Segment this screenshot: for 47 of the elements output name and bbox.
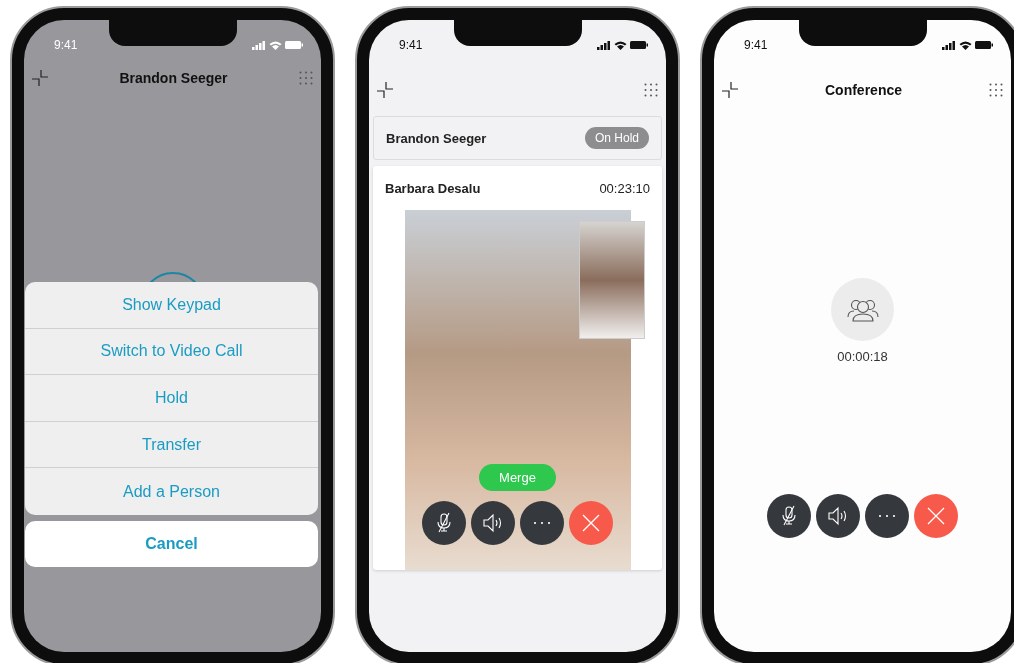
more-icon xyxy=(533,521,551,525)
sheet-action[interactable]: Show Keypad xyxy=(25,282,318,329)
more-button[interactable] xyxy=(865,494,909,538)
speaker-button[interactable] xyxy=(816,494,860,538)
minimize-icon[interactable] xyxy=(32,70,48,86)
status-time: 9:41 xyxy=(54,38,78,52)
status-time: 9:41 xyxy=(744,38,768,52)
signal-icon xyxy=(942,40,956,50)
speaker-icon xyxy=(482,513,504,533)
signal-icon xyxy=(597,40,611,50)
muted-microphone-icon xyxy=(780,505,798,527)
caller-name: Brandon Seeger xyxy=(386,130,487,146)
call-duration: 00:00:18 xyxy=(837,349,888,364)
close-icon xyxy=(582,514,600,532)
minimize-icon[interactable] xyxy=(377,82,393,98)
held-call-card[interactable]: Brandon Seeger On Hold xyxy=(373,116,662,160)
mute-button[interactable] xyxy=(422,501,466,545)
status-time: 9:41 xyxy=(399,38,423,52)
sheet-action[interactable]: Add a Person xyxy=(25,468,318,515)
close-icon xyxy=(927,507,945,525)
cancel-button[interactable]: Cancel xyxy=(25,520,318,567)
muted-microphone-icon xyxy=(435,512,453,534)
sheet-action[interactable]: Transfer xyxy=(25,421,318,469)
wifi-icon xyxy=(614,40,627,50)
merge-button[interactable]: Merge xyxy=(479,464,556,491)
wifi-icon xyxy=(959,40,972,50)
more-button[interactable] xyxy=(520,501,564,545)
mute-button[interactable] xyxy=(767,494,811,538)
speaker-button[interactable] xyxy=(471,501,515,545)
minimize-icon[interactable] xyxy=(722,82,738,98)
on-hold-badge: On Hold xyxy=(584,127,649,149)
keypad-icon[interactable] xyxy=(644,83,658,97)
speaker-icon xyxy=(827,506,849,526)
sheet-action[interactable]: Switch to Video Call xyxy=(25,328,318,376)
call-title: Brandon Seeger xyxy=(119,70,228,86)
call-title: Conference xyxy=(825,82,902,98)
battery-icon xyxy=(630,41,648,49)
signal-icon xyxy=(252,40,266,50)
call-duration: 00:23:10 xyxy=(599,180,650,196)
keypad-icon[interactable] xyxy=(989,83,1003,97)
battery-icon xyxy=(285,41,303,49)
caller-name: Barbara Desalu xyxy=(385,180,481,196)
end-call-button[interactable] xyxy=(914,494,958,538)
sheet-action[interactable]: Hold xyxy=(25,375,318,422)
wifi-icon xyxy=(269,40,282,50)
battery-icon xyxy=(975,41,993,49)
more-icon xyxy=(878,514,896,518)
